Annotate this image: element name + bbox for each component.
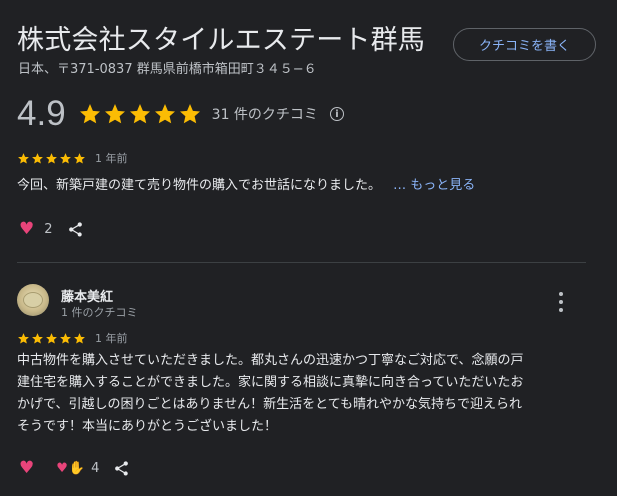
review-1-reactions: ♥ 2	[19, 219, 84, 239]
share-icon[interactable]	[113, 460, 130, 477]
review-2-reaction-count: 4	[91, 460, 100, 476]
star-icon	[154, 104, 175, 124]
review-2-line: かげで、引越しの困りごとはありません！新生活をとても晴れやかな気持ちで迎えられ	[17, 397, 523, 412]
pray-emoji-icon: ✋	[68, 460, 86, 476]
rating-stars	[78, 102, 202, 126]
review-2-time: 1 年前	[95, 332, 128, 345]
write-review-button[interactable]: クチコミを書く	[453, 28, 596, 61]
star-icon	[46, 332, 57, 343]
review-2-line: 建住宅を購入することができました。家に関する相談に真摯に向き合っていただいたお	[17, 375, 524, 390]
review-1-text: 今回、新築戸建の建て売り物件の購入でお世話になりました。 … もっと見る	[17, 175, 587, 197]
place-title: 株式会社スタイルエステート群馬	[17, 25, 425, 56]
review-1-stars	[17, 152, 86, 165]
rating-score: 4.9	[17, 94, 66, 133]
heart-react-button[interactable]: ♥	[19, 458, 34, 478]
review-count[interactable]: 31 件のクチコミ	[212, 104, 318, 124]
star-icon	[18, 152, 29, 163]
rating-summary: 4.9 31 件のクチコミ i	[17, 94, 344, 134]
heart-emoji-icon: ♥	[56, 460, 68, 476]
avatar[interactable]	[17, 284, 49, 316]
review-1-time: 1 年前	[95, 152, 128, 165]
star-icon	[104, 104, 125, 124]
info-icon[interactable]: i	[329, 107, 344, 121]
more-options-icon[interactable]	[554, 292, 568, 312]
star-icon	[179, 104, 200, 124]
review-2-reactions: ♥ ♥ ✋ 4	[19, 458, 130, 478]
review-2-rating: 1 年前	[17, 330, 128, 346]
review-2-author-meta: 1 件のクチコミ	[61, 306, 138, 319]
review-1-reaction-count: 2	[44, 221, 53, 237]
star-icon	[129, 104, 150, 124]
star-icon	[32, 332, 43, 343]
star-icon	[60, 152, 71, 163]
heart-react-button[interactable]: ♥	[19, 219, 34, 239]
star-icon	[74, 152, 85, 163]
star-icon	[79, 104, 100, 124]
share-icon[interactable]	[67, 221, 84, 238]
review-2-line: そうです！本当にありがとうございました！	[17, 419, 278, 434]
more-link[interactable]: … もっと見る	[393, 178, 475, 193]
star-icon	[18, 332, 29, 343]
review-2-stars	[17, 332, 86, 345]
review-2-text: 中古物件を購入させていただきました。都丸さんの迅速かつ丁寧なご対応で、念願の戸 …	[17, 350, 597, 438]
review-2-author[interactable]: 藤本美紅	[61, 286, 113, 305]
review-1-rating: 1 年前	[17, 150, 128, 166]
star-icon	[46, 152, 57, 163]
review-1-body: 今回、新築戸建の建て売り物件の購入でお世話になりました。	[17, 178, 382, 193]
review-divider	[17, 262, 586, 263]
place-address: 日本、〒371-0837 群馬県前橋市箱田町３４５−６	[18, 62, 317, 77]
review-2-line: 中古物件を購入させていただきました。都丸さんの迅速かつ丁寧なご対応で、念願の戸	[17, 353, 524, 368]
star-icon	[60, 332, 71, 343]
star-icon	[32, 152, 43, 163]
star-icon	[74, 332, 85, 343]
reaction-emoji-group: ♥ ✋ 4	[56, 461, 99, 476]
